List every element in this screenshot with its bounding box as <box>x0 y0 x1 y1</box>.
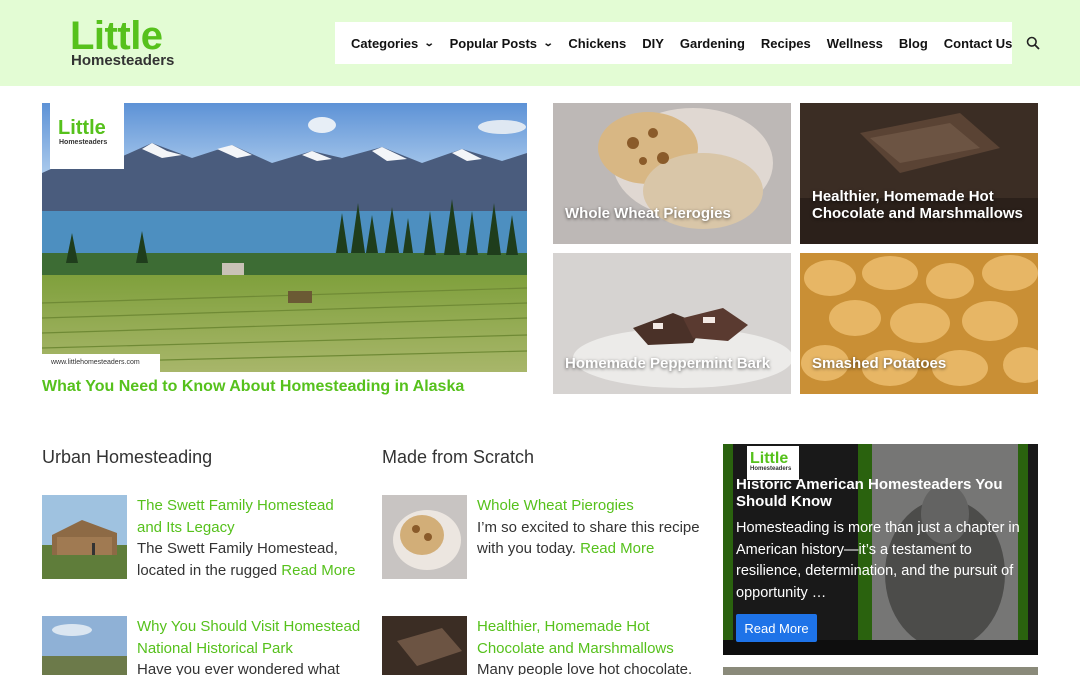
post-body: Whole Wheat Pierogies I’m so excited to … <box>477 495 702 560</box>
section-title-urban: Urban Homesteading <box>42 447 213 467</box>
post-title-link[interactable]: Whole Wheat Pierogies <box>477 495 702 517</box>
post-thumbnail[interactable] <box>382 616 467 675</box>
card-logo-badge: Little Homesteaders <box>747 446 799 480</box>
pierogies-image <box>553 103 791 244</box>
post-body: Why You Should Visit Homestead National … <box>137 616 362 675</box>
logo-line1: Little <box>70 14 163 58</box>
post-excerpt: Many people love hot chocolate. <box>477 661 693 675</box>
site-header: Little Homesteaders Categories ⌄ Popular … <box>0 0 1080 86</box>
hero-tag-line2: Homesteaders <box>59 139 108 146</box>
search-icon[interactable] <box>1026 32 1041 54</box>
hero-watermark: www.littlehomesteaders.com <box>42 354 160 372</box>
chevron-down-icon: ⌄ <box>423 37 435 49</box>
nav-item-popular-posts[interactable]: Popular Posts ⌄ <box>442 36 561 51</box>
card-logo-line2: Homesteaders <box>750 466 792 472</box>
hero-title-link[interactable]: What You Need to Know About Homesteading… <box>42 378 464 396</box>
nav-item-gardening[interactable]: Gardening <box>672 36 753 51</box>
hero-image[interactable]: Little Homesteaders www.littlehomesteade… <box>42 103 527 372</box>
nav-item-chickens[interactable]: Chickens <box>560 36 634 51</box>
tile-title: Homemade Peppermint Bark <box>565 355 771 372</box>
homestead-cabin-image <box>42 495 127 579</box>
post-body: Healthier, Homemade Hot Chocolate and Ma… <box>477 616 702 675</box>
logo-line2: Homesteaders <box>71 52 175 69</box>
post-thumbnail[interactable] <box>42 616 127 675</box>
smashed-potatoes-image <box>800 253 1038 394</box>
nav-item-blog[interactable]: Blog <box>891 36 936 51</box>
tile-smashed-potatoes[interactable]: Smashed Potatoes <box>800 253 1038 394</box>
chevron-down-icon: ⌄ <box>542 37 554 49</box>
pierogies-thumb-image <box>382 495 467 579</box>
read-more-link[interactable]: Read More <box>580 540 654 557</box>
post-thumbnail[interactable] <box>382 495 467 579</box>
hero-logo-badge: Little Homesteaders <box>50 103 124 169</box>
post-title-link[interactable]: The Swett Family Homestead and Its Legac… <box>137 495 362 538</box>
card-excerpt: Homesteading is more than just a chapter… <box>736 520 1020 601</box>
hero-tag-line1: Little <box>58 117 106 139</box>
tile-title: Healthier, Homemade Hot Chocolate and Ma… <box>812 188 1023 222</box>
nav-item-wellness[interactable]: Wellness <box>819 36 891 51</box>
chocolate-thumb-image <box>382 616 467 675</box>
hot-chocolate-image <box>800 103 1038 244</box>
nav-label: Categories <box>351 35 419 51</box>
card-title[interactable]: Historic American Homesteaders You Shoul… <box>736 476 1026 510</box>
nav-item-recipes[interactable]: Recipes <box>753 36 819 51</box>
peppermint-bark-image <box>553 253 791 394</box>
post-title-link[interactable]: Why You Should Visit Homestead National … <box>137 616 362 659</box>
tile-title: Smashed Potatoes <box>812 355 947 372</box>
tile-peppermint-bark[interactable]: Homemade Peppermint Bark <box>553 253 791 394</box>
site-logo[interactable]: Little Homesteaders <box>70 14 175 69</box>
tile-hot-chocolate[interactable]: Healthier, Homemade Hot Chocolate and Ma… <box>800 103 1038 244</box>
nav-item-categories[interactable]: Categories ⌄ <box>343 36 442 51</box>
prairie-sky-image <box>42 616 127 675</box>
post-body: The Swett Family Homestead and Its Legac… <box>137 495 362 581</box>
tile-title: Whole Wheat Pierogies <box>565 205 731 222</box>
nav-label: Popular Posts <box>449 35 538 51</box>
featured-post-card[interactable]: Little Homesteaders Historic American Ho… <box>723 444 1038 655</box>
read-more-link[interactable]: Read More <box>281 562 355 579</box>
main-nav: Categories ⌄ Popular Posts ⌄ Chickens DIY … <box>335 22 1041 64</box>
post-title-link[interactable]: Healthier, Homemade Hot Chocolate and Ma… <box>477 616 702 659</box>
section-title-scratch: Made from Scratch <box>382 447 535 467</box>
post-excerpt: Have you ever wondered what life <box>137 661 340 675</box>
post-thumbnail[interactable] <box>42 495 127 579</box>
next-card-peek <box>723 667 1038 675</box>
nav-item-contact-us[interactable]: Contact Us <box>936 36 1021 51</box>
nav-item-diy[interactable]: DIY <box>634 36 672 51</box>
tile-pierogies[interactable]: Whole Wheat Pierogies <box>553 103 791 244</box>
read-more-button[interactable]: Read More <box>736 614 817 642</box>
